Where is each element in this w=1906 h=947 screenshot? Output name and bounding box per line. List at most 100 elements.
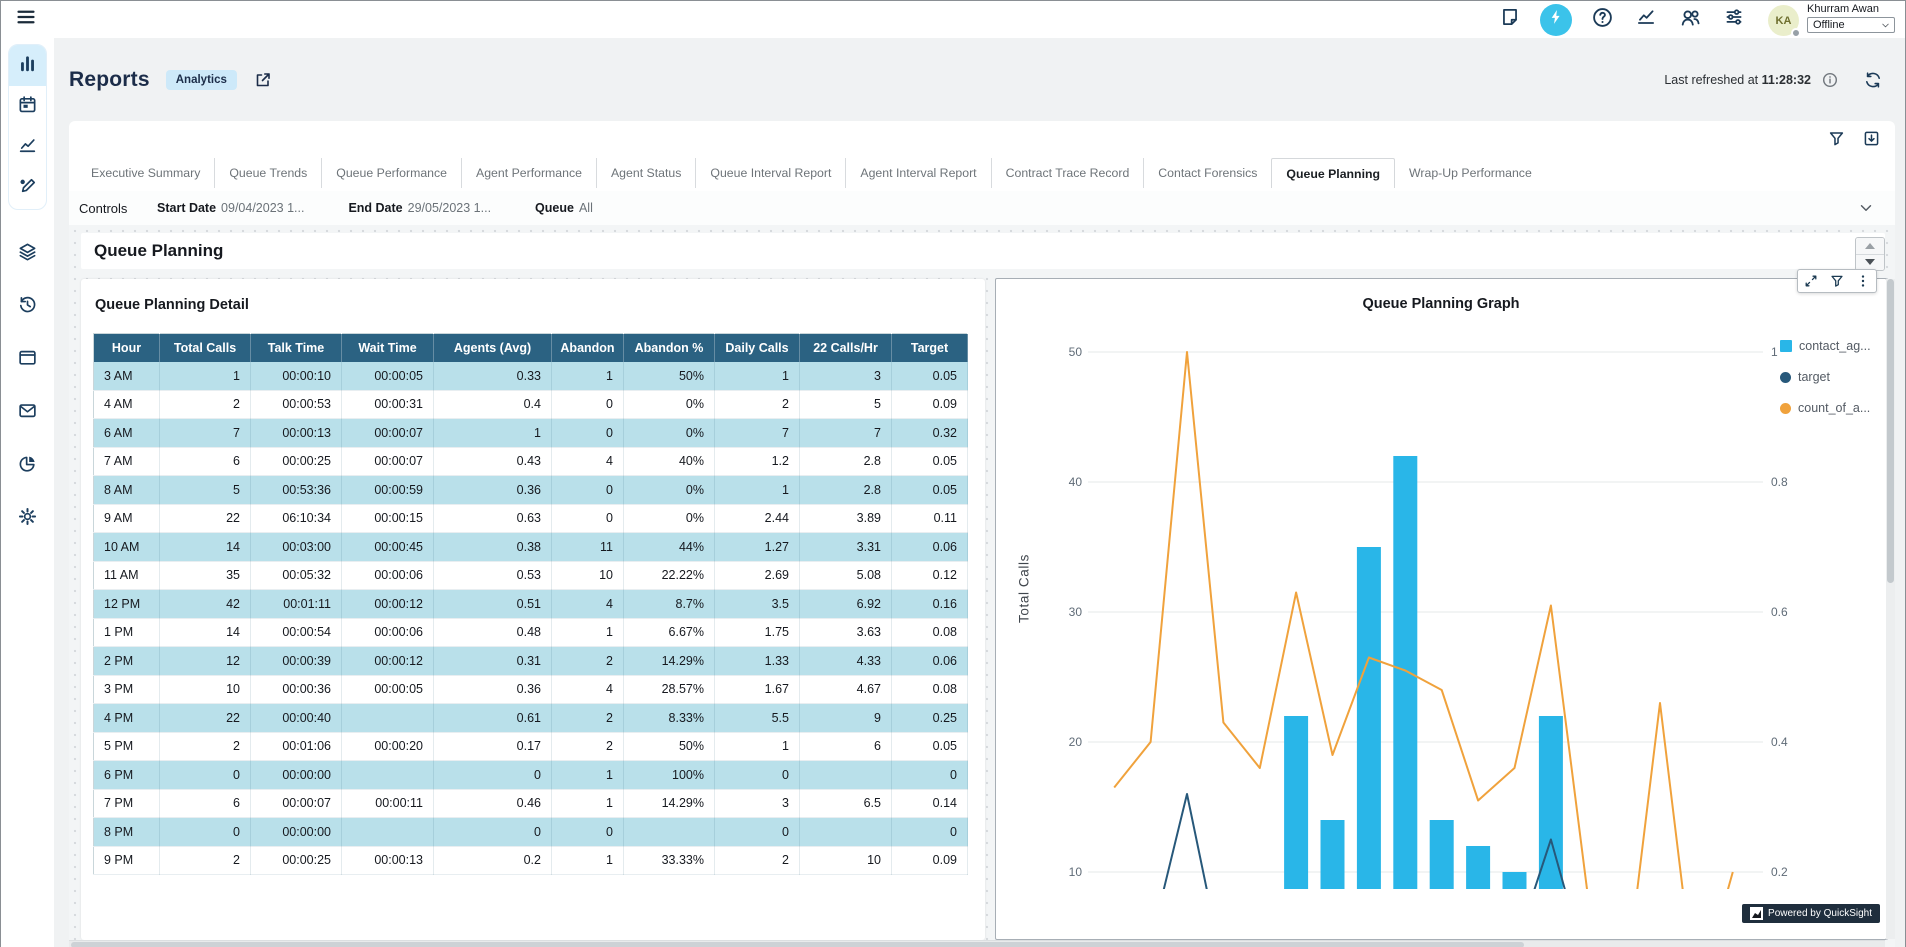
table-row[interactable]: 11 AM3500:05:3200:00:060.531022.22%2.695… <box>94 561 968 590</box>
vertical-scrollbar[interactable] <box>1886 279 1895 939</box>
sidebar-item-history[interactable] <box>8 287 48 327</box>
table-row[interactable]: 7 AM600:00:2500:00:070.43440%1.22.80.05 <box>94 447 968 476</box>
sheet-title-band: Queue Planning <box>81 233 1885 269</box>
value-cell <box>800 761 892 790</box>
notes-icon[interactable] <box>1496 6 1524 34</box>
column-header[interactable]: Abandon % <box>624 334 715 362</box>
export-icon[interactable] <box>1862 129 1881 148</box>
column-header[interactable]: Wait Time <box>342 334 434 362</box>
help-icon[interactable] <box>1588 6 1616 34</box>
sidebar-item-mail[interactable] <box>8 393 48 433</box>
tab-agent-performance[interactable]: Agent Performance <box>461 158 596 188</box>
scroll-up-button[interactable] <box>1856 238 1884 255</box>
tab-agent-interval-report[interactable]: Agent Interval Report <box>845 158 990 188</box>
horizontal-scrollbar[interactable] <box>69 940 1885 947</box>
end-date-control[interactable]: End Date 29/05/2023 1... <box>348 201 491 215</box>
horizontal-scroll-thumb[interactable] <box>71 942 1524 947</box>
queue-planning-graph-visual[interactable]: Queue Planning Graph Total Calls 501400.… <box>995 278 1887 940</box>
vertical-scroll-thumb[interactable] <box>1887 279 1894 583</box>
table-row[interactable]: 9 AM2206:10:3400:00:150.6300%2.443.890.1… <box>94 504 968 533</box>
value-cell: 2 <box>160 732 251 761</box>
value-cell: 0 <box>892 761 968 790</box>
avatar[interactable]: KA <box>1768 5 1799 36</box>
table-row[interactable]: 12 PM4200:01:1100:00:120.5148.7%3.56.920… <box>94 590 968 619</box>
tab-queue-performance[interactable]: Queue Performance <box>321 158 461 188</box>
value-cell: 11 <box>552 533 624 562</box>
tab-contact-forensics[interactable]: Contact Forensics <box>1143 158 1271 188</box>
column-header[interactable]: Hour <box>94 334 160 362</box>
status-dropdown[interactable]: Offline <box>1807 17 1895 33</box>
tab-executive-summary[interactable]: Executive Summary <box>77 158 214 188</box>
sidebar-item-bar-chart[interactable] <box>9 45 46 86</box>
sidebar-item-gear[interactable] <box>8 499 48 539</box>
tab-queue-interval-report[interactable]: Queue Interval Report <box>695 158 845 188</box>
hour-cell: 7 PM <box>94 789 160 818</box>
table-row[interactable]: 4 PM2200:00:400.6128.33%5.590.25 <box>94 704 968 733</box>
tab-agent-status[interactable]: Agent Status <box>596 158 695 188</box>
users-icon[interactable] <box>1676 6 1704 34</box>
table-row[interactable]: 4 AM200:00:5300:00:310.400%250.09 <box>94 390 968 419</box>
column-header[interactable]: Talk Time <box>251 334 342 362</box>
legend-swatch <box>1780 340 1792 352</box>
sidebar-item-pie-chart[interactable] <box>8 446 48 486</box>
value-cell: 00:00:36 <box>251 675 342 704</box>
column-header[interactable]: Total Calls <box>160 334 251 362</box>
external-link-icon[interactable] <box>253 70 273 90</box>
value-cell: 50% <box>624 362 715 391</box>
table-row[interactable]: 3 PM1000:00:3600:00:050.36428.57%1.674.6… <box>94 675 968 704</box>
column-header[interactable]: 22 Calls/Hr <box>800 334 892 362</box>
filter-icon[interactable] <box>1827 129 1846 148</box>
table-row[interactable]: 5 PM200:01:0600:00:200.17250%160.05 <box>94 732 968 761</box>
tab-contract-trace-record[interactable]: Contract Trace Record <box>991 158 1144 188</box>
value-cell: 6 <box>160 789 251 818</box>
table-row[interactable]: 9 PM200:00:2500:00:130.2133.33%2100.09 <box>94 846 968 875</box>
start-date-control[interactable]: Start Date 09/04/2023 1... <box>157 201 304 215</box>
table-row[interactable]: 2 PM1200:00:3900:00:120.31214.29%1.334.3… <box>94 647 968 676</box>
sidebar-item-layers[interactable] <box>8 234 48 274</box>
kebab-menu-icon[interactable] <box>1854 272 1872 290</box>
table-row[interactable]: 8 AM500:53:3600:00:590.3600%12.80.05 <box>94 476 968 505</box>
column-header[interactable]: Daily Calls <box>715 334 800 362</box>
table-row[interactable]: 6 AM700:00:1300:00:07100%770.32 <box>94 419 968 448</box>
queue-control[interactable]: Queue All <box>535 201 593 215</box>
menu-icon[interactable] <box>13 7 39 33</box>
table-row[interactable]: 8 PM000:00:000000 <box>94 818 968 847</box>
table-row[interactable]: 1 PM1400:00:5400:00:060.4816.67%1.753.63… <box>94 618 968 647</box>
value-cell: 1 <box>160 362 251 391</box>
metrics-icon[interactable] <box>1632 6 1660 34</box>
value-cell: 0.08 <box>892 618 968 647</box>
svg-text:20: 20 <box>1069 735 1083 749</box>
legend-item-contact-ag-[interactable]: contact_ag... <box>1780 339 1871 353</box>
tab-wrap-up-performance[interactable]: Wrap-Up Performance <box>1395 158 1546 188</box>
scroll-down-button[interactable] <box>1856 255 1884 271</box>
maximize-icon[interactable] <box>1802 272 1820 290</box>
sidebar-item-design[interactable] <box>9 168 46 209</box>
table-row[interactable]: 6 PM000:00:0001100%00 <box>94 761 968 790</box>
sidebar-item-window[interactable] <box>8 340 48 380</box>
column-header[interactable]: Agents (Avg) <box>434 334 552 362</box>
refresh-icon[interactable] <box>1863 70 1883 90</box>
table-row[interactable]: 7 PM600:00:0700:00:110.46114.29%36.50.14 <box>94 789 968 818</box>
settings-sliders-icon[interactable] <box>1720 6 1748 34</box>
info-icon[interactable] <box>1821 71 1839 89</box>
legend-item-target[interactable]: target <box>1780 370 1871 384</box>
column-header[interactable]: Target <box>892 334 968 362</box>
table-row[interactable]: 10 AM1400:03:0000:00:450.381144%1.273.31… <box>94 533 968 562</box>
legend-item-count-of-a-[interactable]: count_of_a... <box>1780 401 1871 415</box>
value-cell: 2 <box>715 390 800 419</box>
value-cell: 1 <box>552 846 624 875</box>
sidebar-item-line-chart[interactable] <box>9 127 46 168</box>
lightning-icon <box>1546 7 1566 32</box>
flash-button[interactable] <box>1540 4 1572 36</box>
queue-planning-detail-visual[interactable]: Queue Planning Detail HourTotal CallsTal… <box>81 279 985 940</box>
value-cell: 1 <box>715 732 800 761</box>
table-row[interactable]: 3 AM100:00:1000:00:050.33150%130.05 <box>94 362 968 391</box>
value-cell: 2 <box>160 390 251 419</box>
tab-queue-trends[interactable]: Queue Trends <box>214 158 321 188</box>
tab-queue-planning[interactable]: Queue Planning <box>1271 158 1395 188</box>
controls-collapse-icon[interactable] <box>1857 199 1875 217</box>
column-header[interactable]: Abandon <box>552 334 624 362</box>
visual-filter-icon[interactable] <box>1828 272 1846 290</box>
value-cell: 0% <box>624 419 715 448</box>
sidebar-item-calendar[interactable] <box>9 86 46 127</box>
